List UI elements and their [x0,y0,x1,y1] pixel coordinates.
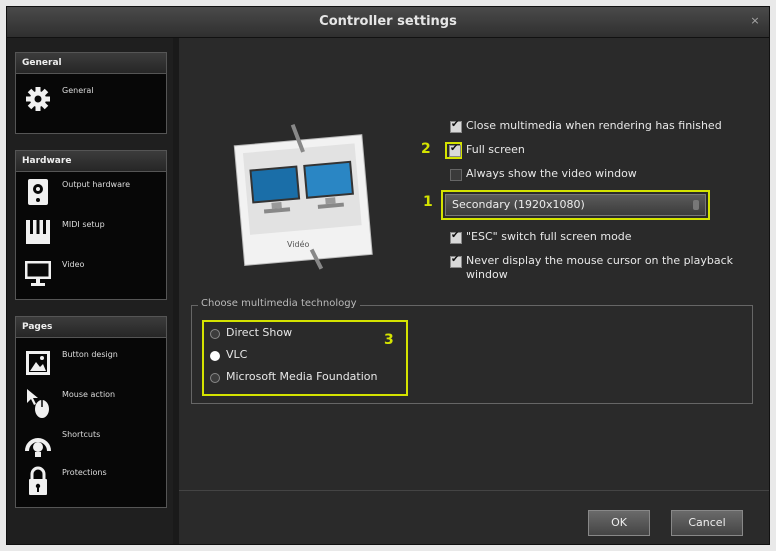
video-illustration: Vidéo [229,122,379,272]
esc-switch-label: "ESC" switch full screen mode [466,230,632,243]
display-select-value: Secondary (1920x1080) [452,198,585,211]
group-legend: Choose multimedia technology [198,298,360,309]
window-title: Controller settings [319,14,457,29]
sidebar-item-label: Protections [62,468,107,477]
sidebar-item-label: Button design [62,350,118,359]
sidebar-item-shortcuts[interactable]: Shortcuts [22,427,164,461]
vlc-radio[interactable] [210,351,220,361]
mouse-icon [27,389,49,418]
sidebar-section-header: General [16,53,166,74]
close-multimedia-label: Close multimedia when rendering has fini… [466,119,722,132]
direct-show-radio[interactable] [210,329,220,339]
sidebar-item-midi-setup[interactable]: MIDI setup [22,217,164,251]
annotation-number-3: 3 [384,332,394,348]
full-screen-checkbox[interactable] [449,143,461,157]
sidebar-section-header: Pages [16,317,166,338]
media-foundation-label: Microsoft Media Foundation [226,370,378,383]
midi-keyboard-icon [26,220,50,244]
display-select[interactable]: Secondary (1920x1080) [445,194,706,216]
illustration-caption: Vidéo [287,240,310,249]
sidebar-item-label: General [62,86,94,95]
close-icon[interactable]: × [747,13,763,29]
sidebar-item-label: Output hardware [62,180,131,189]
media-foundation-radio[interactable] [210,373,220,383]
multimedia-technology-group: Choose multimedia technology 3 Direct Sh… [191,298,753,404]
sidebar: General General Hardware Output hardware… [7,38,174,544]
sidebar-item-general[interactable]: General [22,83,164,117]
sidebar-section-general: General General [15,52,167,134]
dropdown-arrow-icon [693,200,699,210]
footer-divider [179,490,769,491]
sidebar-section-header: Hardware [16,151,166,172]
ok-button[interactable]: OK [588,510,650,536]
sidebar-item-output-hardware[interactable]: Output hardware [22,177,164,211]
always-show-label: Always show the video window [466,167,637,180]
sidebar-item-button-design[interactable]: Button design [22,347,164,381]
sidebar-item-label: Video [62,260,85,269]
controller-settings-window: Controller settings × General General Ha… [6,6,770,545]
main-panel: Vidéo Close multimedia when rendering ha… [179,38,769,544]
sidebar-item-protections[interactable]: Protections [22,465,164,499]
always-show-checkbox[interactable] [450,169,462,181]
monitor-icon [25,261,51,286]
cancel-button[interactable]: Cancel [671,510,743,536]
video-illustration-graphic [233,123,373,270]
close-multimedia-checkbox[interactable] [450,119,462,133]
sidebar-item-label: MIDI setup [62,220,105,229]
shortcut-icon [25,438,51,457]
full-screen-label: Full screen [466,143,525,156]
image-icon [26,351,50,375]
sidebar-item-video[interactable]: Video [22,257,164,291]
never-display-cursor-label: Never display the mouse cursor on the pl… [466,254,734,281]
sidebar-item-label: Shortcuts [62,430,101,439]
never-display-cursor-checkbox[interactable] [450,254,462,268]
sidebar-item-label: Mouse action [62,390,116,399]
sidebar-item-mouse-action[interactable]: Mouse action [22,387,164,421]
title-bar: Controller settings × [7,7,769,38]
sidebar-section-hardware: Hardware Output hardware MIDI setup Vide… [15,150,167,300]
gear-icon [26,87,50,111]
annotation-number-1: 1 [423,194,433,210]
direct-show-label: Direct Show [226,326,293,339]
esc-switch-checkbox[interactable] [450,230,462,244]
sidebar-section-pages: Pages Button design Mouse action Shortcu… [15,316,167,508]
output-hardware-icon [28,179,48,205]
lock-icon [29,466,47,495]
annotation-number-2: 2 [421,141,431,157]
vlc-label: VLC [226,348,248,361]
